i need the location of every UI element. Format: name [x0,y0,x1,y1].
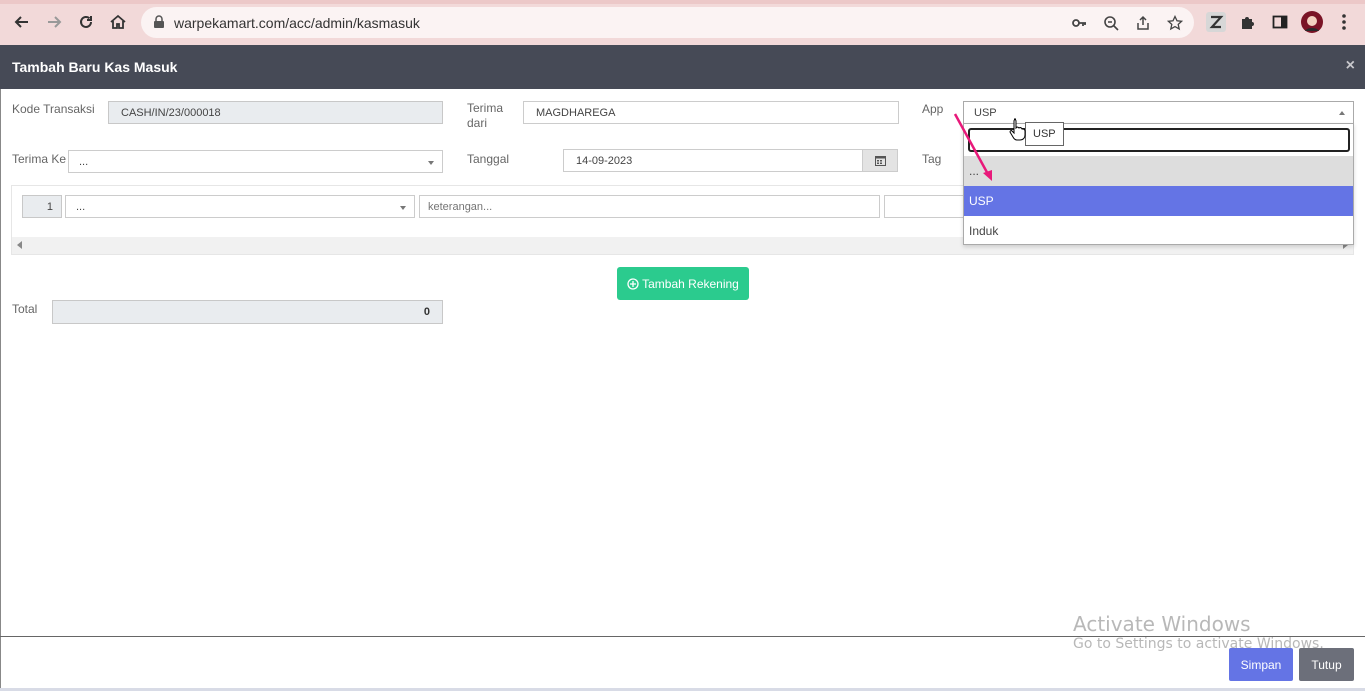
calendar-icon [874,156,886,166]
annotation-arrow-icon [953,113,992,181]
terima-dari-value: MAGDHAREGA [536,107,616,119]
total-value: 0 [423,306,430,318]
calendar-button[interactable] [862,149,898,172]
bookmark-star-icon[interactable] [1166,14,1184,32]
account-select[interactable]: ... [65,195,415,218]
app-dropdown-menu: ... USP Induk [963,123,1354,245]
simpan-button[interactable]: Simpan [1229,648,1293,681]
dropdown-option-empty[interactable]: ... [964,156,1353,186]
total-label: Total [12,302,38,316]
address-bar[interactable]: warpekamart.com/acc/admin/kasmasuk [141,7,1194,38]
kode-transaksi-value: CASH/IN/23/000018 [121,107,221,119]
tambah-rekening-label: Tambah Rekening [642,276,739,291]
tanggal-field[interactable]: 14-09-2023 [563,149,863,172]
zoom-icon[interactable] [1102,14,1120,32]
chevron-down-icon [400,206,406,210]
share-icon[interactable] [1134,14,1152,32]
scroll-left-arrow[interactable] [17,241,22,249]
row-number-value: 1 [46,201,53,213]
key-icon[interactable] [1070,14,1088,32]
profile-avatar[interactable] [1301,11,1323,33]
tanggal-value: 14-09-2023 [576,155,633,167]
back-icon[interactable] [10,10,34,34]
modal-header: Tambah Baru Kas Masuk × [0,45,1365,89]
url-text[interactable]: warpekamart.com/acc/admin/kasmasuk [174,15,420,31]
row-number: 1 [22,195,62,218]
lock-icon[interactable] [153,15,165,32]
dropdown-option-label: USP [969,194,994,208]
home-icon[interactable] [106,10,130,34]
dropdown-option-usp[interactable]: USP [964,186,1353,216]
tooltip: USP [1025,122,1064,146]
zotero-extension-icon[interactable] [1205,11,1227,33]
tutup-button[interactable]: Tutup [1299,648,1354,681]
terima-dari-label: Terima dari [467,101,503,131]
forward-icon[interactable] [42,10,66,34]
terima-ke-select[interactable]: ... [68,150,443,173]
total-field: 0 [52,300,443,324]
terima-dari-field[interactable]: MAGDHAREGA [523,101,899,124]
tanggal-label: Tanggal [467,152,510,166]
amount-input[interactable] [884,195,974,218]
tag-label: Tag [922,152,942,166]
account-select-value: ... [76,201,86,213]
activate-windows-title: Activate Windows [1073,612,1251,636]
terima-dari-label-line2: dari [467,116,488,130]
kode-transaksi-field: CASH/IN/23/000018 [108,101,443,124]
side-panel-icon[interactable] [1269,11,1291,33]
dropdown-option-label: Induk [969,224,999,238]
kode-transaksi-label: Kode Transaksi [12,102,95,116]
terima-dari-label-line1: Terima [467,101,504,115]
browser-menu-icon[interactable] [1333,11,1355,33]
extensions-puzzle-icon[interactable] [1237,11,1259,33]
browser-toolbar: warpekamart.com/acc/admin/kasmasuk [0,0,1365,45]
chevron-down-icon [428,161,434,165]
plus-circle-icon [627,277,639,290]
dropdown-option-induk[interactable]: Induk [964,216,1353,246]
app-label: App [922,102,944,116]
terima-ke-value: ... [79,156,89,168]
chevron-up-icon [1339,111,1345,115]
reload-icon[interactable] [74,10,98,34]
keterangan-input[interactable] [419,195,880,218]
tab-strip [0,0,1365,4]
terima-ke-label: Terima Ke [12,152,67,166]
tambah-rekening-button[interactable]: Tambah Rekening [617,267,749,300]
modal-title: Tambah Baru Kas Masuk [12,59,178,75]
hand-cursor-icon [1009,118,1026,141]
modal-close-button[interactable]: × [1346,57,1355,75]
